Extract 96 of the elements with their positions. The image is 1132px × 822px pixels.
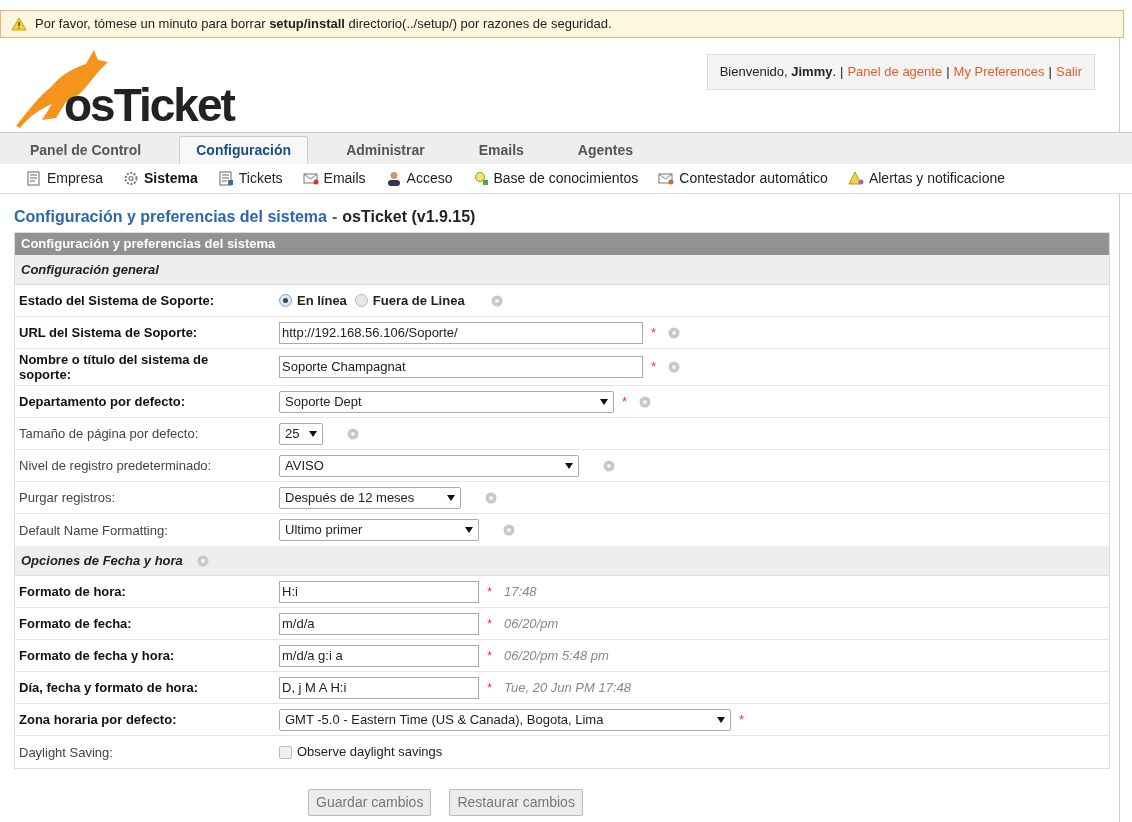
- field-label: Daylight Saving:: [18, 744, 114, 760]
- required-mark: *: [487, 678, 493, 697]
- field-label: URL del Sistema de Soporte:: [18, 325, 199, 340]
- field-label: Purgar registros:: [18, 490, 117, 505]
- field-label: Default Name Formatting:: [18, 522, 169, 538]
- help-icon[interactable]: [485, 491, 497, 504]
- subnav-link[interactable]: Base de conocimientos: [472, 168, 639, 189]
- text-field[interactable]: Soporte Champagnat: [279, 356, 643, 378]
- subnav-link[interactable]: Sistema: [123, 168, 198, 189]
- radio-option[interactable]: En línea: [279, 290, 347, 311]
- table-header: Configuración y preferencias del sistema: [15, 233, 1109, 255]
- format-preview: 17:48: [504, 582, 537, 601]
- section-title: Opciones de Fecha y hora: [21, 551, 183, 570]
- title-separator: -: [332, 207, 338, 227]
- select-dropdown[interactable]: AVISO: [279, 454, 579, 477]
- caret-icon: [600, 398, 608, 405]
- gear-icon: [123, 171, 140, 186]
- radio-button[interactable]: [354, 294, 368, 307]
- ticket-icon: [217, 171, 234, 186]
- field-label: Zona horaria por defecto:: [18, 712, 178, 727]
- help-icon[interactable]: [668, 326, 681, 339]
- required-mark: *: [487, 614, 493, 633]
- warning-text: Por favor, tómese un minuto para borrar setup/install directorio(../setup/) por razones de seguridad.: [35, 15, 612, 34]
- nav-tab[interactable]: Agentes: [561, 136, 650, 164]
- select-dropdown[interactable]: GMT -5.0 - Eastern Time (US & Canada), Bogota, Lima: [279, 708, 731, 731]
- caret-icon: [465, 527, 473, 533]
- field-label: Nombre o título del sistema de soporte:: [18, 352, 210, 382]
- help-icon[interactable]: [196, 554, 209, 567]
- nav-tab[interactable]: Configuración: [179, 136, 309, 164]
- select-dropdown[interactable]: Después de 12 meses: [279, 486, 461, 509]
- lightbulb-icon: [472, 171, 489, 186]
- text-field[interactable]: m/d/a g:i a: [279, 644, 479, 667]
- subnav-link[interactable]: Alertas y notificacione: [847, 168, 1006, 189]
- field-label: Tamaño de página por defecto:: [18, 426, 200, 441]
- text-field[interactable]: H:i: [279, 580, 479, 603]
- required-mark: *: [622, 392, 628, 411]
- warning-icon: [11, 17, 27, 31]
- required-mark: *: [487, 582, 493, 601]
- separator-text: |: [1048, 63, 1052, 82]
- required-mark: *: [739, 710, 745, 729]
- field-label: Nivel de registro predeterminado:: [18, 458, 213, 473]
- radio-option[interactable]: Fuera de Linea: [354, 290, 465, 311]
- nav-tab[interactable]: Panel de Control: [14, 136, 158, 164]
- caret-icon: [565, 462, 573, 469]
- separator-text: |: [840, 63, 844, 82]
- subnav-link[interactable]: Contestador automático: [658, 168, 828, 189]
- caret-icon: [717, 716, 725, 723]
- logo[interactable]: osTicket: [0, 38, 234, 132]
- text-field[interactable]: D, j M A H:i: [279, 676, 479, 699]
- select-dropdown[interactable]: Ultimo primer: [279, 519, 479, 541]
- subnav-link[interactable]: Empresa: [26, 168, 104, 189]
- text-field[interactable]: http://192.168.56.106/Soporte/: [279, 321, 643, 344]
- checkbox-option[interactable]: Observe daylight savings: [279, 742, 443, 762]
- help-icon[interactable]: [503, 524, 515, 536]
- section-title: Configuración general: [21, 260, 159, 279]
- format-preview: 06/20/pm 5:48 pm: [504, 646, 609, 665]
- select-dropdown[interactable]: 25: [279, 422, 323, 445]
- nav-tab[interactable]: Emails: [462, 136, 540, 164]
- required-mark: *: [651, 358, 657, 377]
- warning-icon: [847, 171, 864, 186]
- format-preview: 06/20/pm: [504, 614, 559, 633]
- field-label: Formato de hora:: [18, 584, 127, 599]
- field-label: Formato de fecha:: [18, 616, 133, 631]
- product-version: osTicket (v1.9.15): [342, 207, 476, 227]
- required-mark: *: [651, 323, 657, 342]
- person-icon: [385, 171, 402, 186]
- separator-text: |: [946, 63, 950, 82]
- radio-button[interactable]: [279, 294, 292, 307]
- format-preview: Tue, 20 Jun PM 17:48: [504, 678, 631, 697]
- welcome-text: Bienvenido, Jimmy.: [719, 63, 837, 82]
- field-label: Día, fecha y formato de hora:: [18, 680, 200, 695]
- form-button[interactable]: Restaurar cambios: [449, 789, 583, 816]
- field-label: Formato de fecha y hora:: [18, 648, 176, 663]
- select-dropdown[interactable]: Soporte Dept: [279, 390, 614, 413]
- field-label: Estado del Sistema de Soporte:: [18, 293, 216, 308]
- nav-tab[interactable]: Administrar: [330, 136, 441, 164]
- required-mark: *: [487, 646, 493, 665]
- text-field[interactable]: m/d/a: [279, 612, 479, 635]
- help-icon[interactable]: [347, 427, 359, 440]
- checkbox[interactable]: [279, 745, 292, 759]
- subnav-link[interactable]: Tickets: [217, 168, 283, 189]
- envelope-icon: [302, 171, 319, 186]
- form-button[interactable]: Guardar cambios: [308, 789, 432, 816]
- envelope-icon: [658, 171, 675, 186]
- field-label: Departamento por defecto:: [18, 394, 187, 409]
- help-icon[interactable]: [603, 459, 615, 472]
- document-icon: [26, 171, 42, 186]
- help-icon[interactable]: [490, 294, 503, 307]
- help-icon[interactable]: [639, 395, 652, 408]
- help-icon[interactable]: [668, 361, 681, 373]
- caret-icon: [309, 430, 317, 437]
- caret-icon: [447, 494, 455, 501]
- subnav-link[interactable]: Acceso: [385, 168, 453, 189]
- logo-text: osTicket: [64, 82, 234, 128]
- subnav-link[interactable]: Emails: [302, 168, 366, 189]
- page-title: Configuración y preferencias del sistema: [14, 207, 327, 227]
